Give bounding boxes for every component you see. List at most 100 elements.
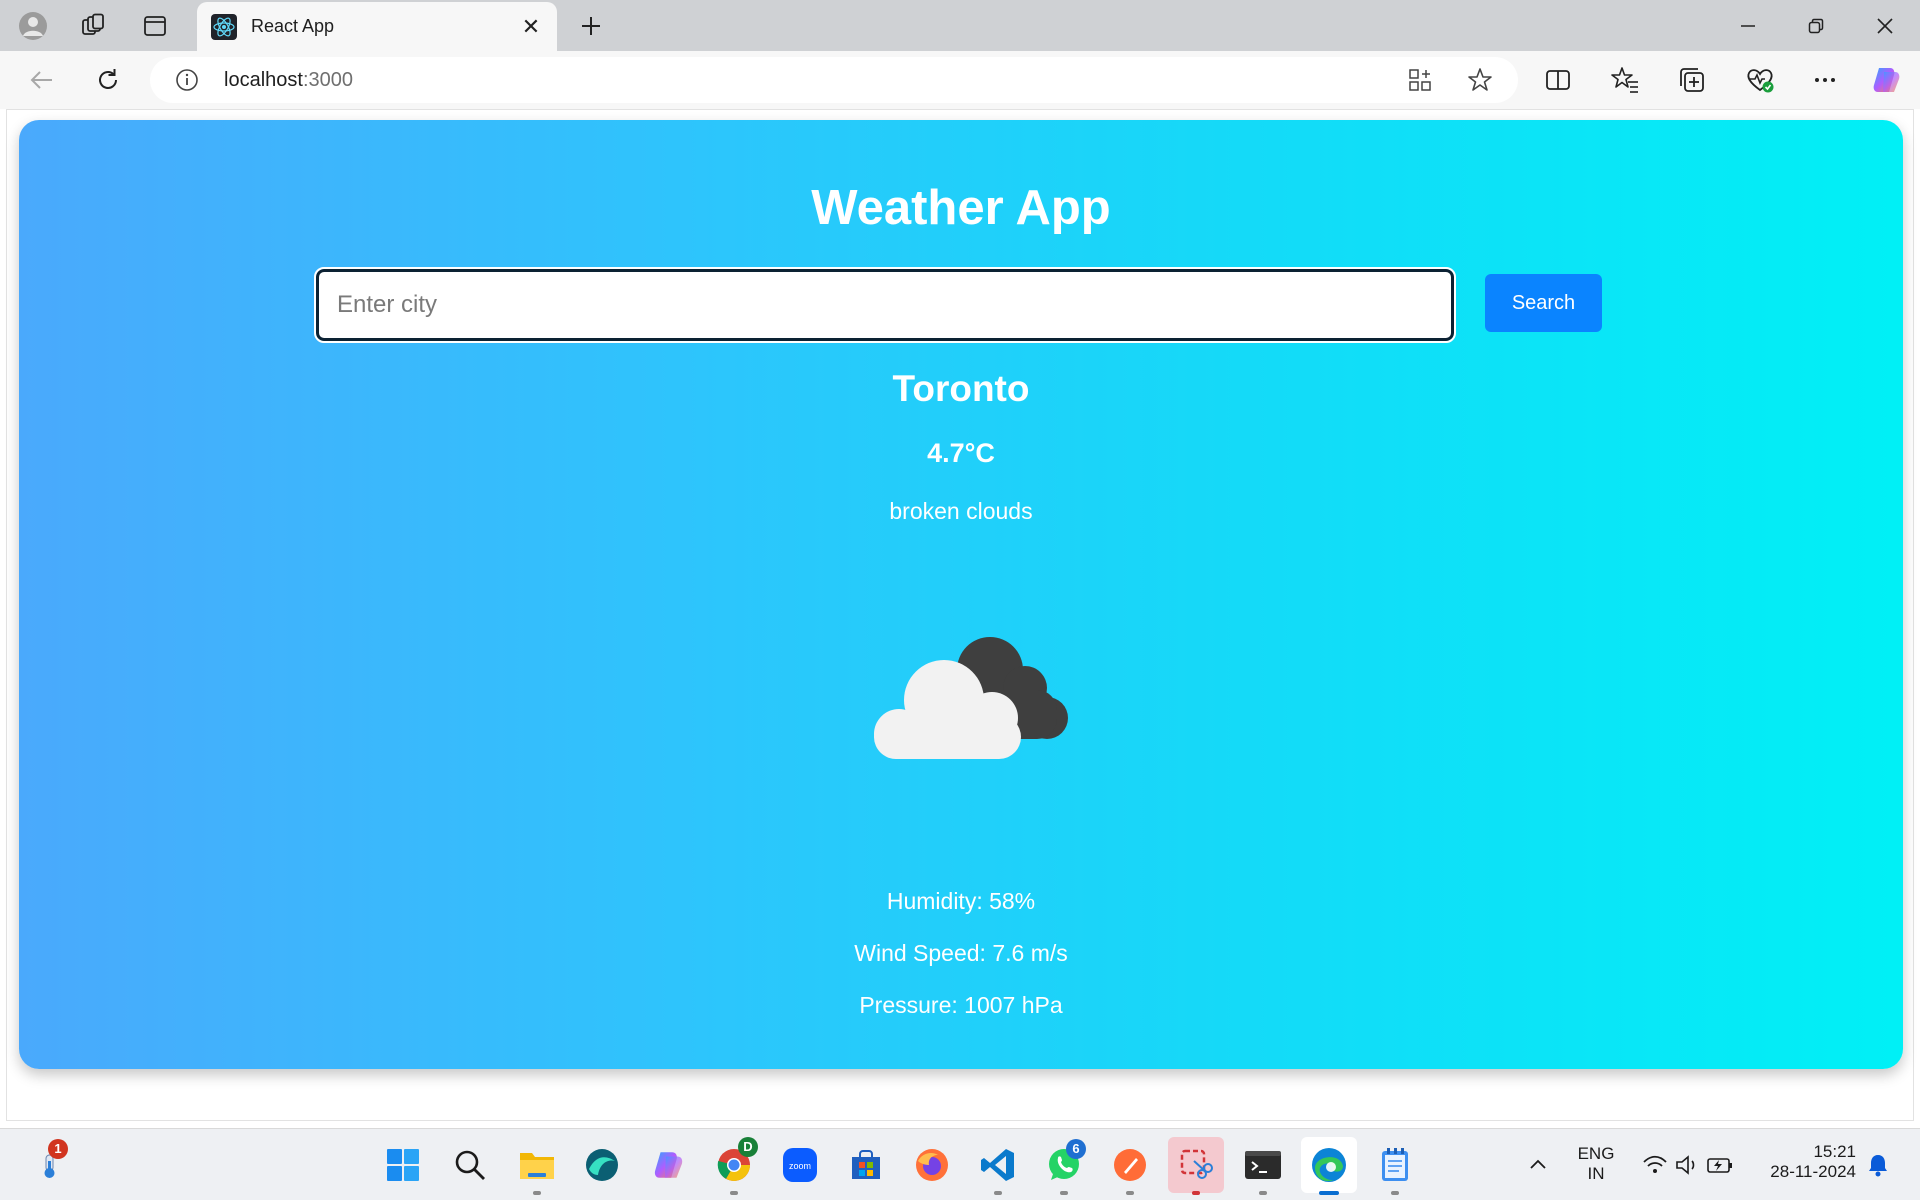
split-screen-button[interactable] <box>1542 64 1574 96</box>
collections-button[interactable] <box>1676 64 1708 96</box>
browser-tab-strip: React App ✕ <box>0 0 1920 51</box>
running-indicator <box>1126 1191 1134 1195</box>
copilot-button[interactable] <box>1870 64 1902 96</box>
windows-taskbar: 1 D zoom 6 ENG IN 15:21 28-11-2024 <box>0 1128 1920 1200</box>
active-indicator <box>1319 1191 1339 1195</box>
microsoft-store-app[interactable] <box>844 1143 888 1187</box>
app-title: Weather App <box>811 181 1111 235</box>
chrome-profile-badge: D <box>738 1137 758 1157</box>
weather-description: broken clouds <box>889 498 1033 524</box>
new-tab-button[interactable] <box>574 9 608 43</box>
restore-button[interactable] <box>1786 8 1846 44</box>
weather-card: Weather App Search Toronto 4.7°C broken … <box>19 120 1903 1069</box>
city-search-input[interactable] <box>314 267 1456 343</box>
whatsapp-app[interactable]: 6 <box>1042 1139 1086 1195</box>
minimize-button[interactable] <box>1718 8 1778 44</box>
url-host: localhost <box>224 69 303 91</box>
browser-essentials-button[interactable] <box>1744 64 1776 96</box>
wind-speed: Wind Speed: 7.6 m/s <box>854 940 1068 966</box>
start-button[interactable] <box>381 1143 425 1187</box>
plus-icon <box>582 17 600 35</box>
close-icon <box>1877 18 1893 34</box>
edge-icon <box>1312 1148 1346 1182</box>
favorites-button[interactable] <box>1609 64 1641 96</box>
search-taskbar-button[interactable] <box>448 1143 492 1187</box>
running-indicator <box>1060 1191 1068 1195</box>
region-code: IN <box>1587 1164 1605 1183</box>
broken-clouds-icon <box>874 637 1068 759</box>
close-window-button[interactable] <box>1855 8 1915 44</box>
bell-icon <box>1869 1155 1887 1177</box>
input-language[interactable]: ENG IN <box>1576 1144 1616 1184</box>
terminal-icon <box>1245 1151 1281 1179</box>
back-arrow-icon <box>30 71 52 89</box>
postman-app[interactable] <box>1108 1143 1152 1195</box>
running-indicator <box>533 1191 541 1195</box>
search-button[interactable]: Search <box>1485 274 1602 332</box>
weather-widget[interactable]: 1 <box>28 1139 72 1187</box>
heart-pulse-icon <box>1747 69 1774 93</box>
zoom-app[interactable]: zoom <box>778 1143 822 1187</box>
vscode-app[interactable] <box>976 1143 1020 1195</box>
favorite-star-icon[interactable] <box>1467 67 1493 93</box>
humidity: Humidity: 58% <box>886 888 1036 914</box>
file-explorer-app[interactable] <box>515 1143 559 1195</box>
minimize-icon <box>1741 25 1755 27</box>
postman-icon <box>1114 1149 1146 1181</box>
app-available-icon[interactable] <box>1407 67 1433 93</box>
refresh-button[interactable] <box>91 63 125 97</box>
running-indicator <box>1391 1191 1399 1195</box>
profile-avatar[interactable] <box>16 9 50 43</box>
svg-text:zoom: zoom <box>789 1161 811 1171</box>
show-hidden-icons-button[interactable] <box>1518 1143 1558 1187</box>
url-text: localhost:3000 <box>224 69 353 92</box>
running-indicator <box>730 1191 738 1195</box>
browser-toolbar: localhost:3000 <box>0 51 1920 109</box>
clock-time: 15:21 <box>1813 1142 1856 1161</box>
settings-more-button[interactable] <box>1809 64 1841 96</box>
back-button[interactable] <box>25 63 59 97</box>
weather-badge: 1 <box>48 1139 68 1159</box>
whatsapp-badge: 6 <box>1066 1139 1086 1159</box>
workspaces-button[interactable] <box>76 9 110 43</box>
temperature: 4.7°C <box>927 438 995 468</box>
volume-icon <box>1676 1155 1695 1175</box>
tab-react-app[interactable]: React App ✕ <box>197 2 557 51</box>
snipping-tool-app[interactable] <box>1168 1137 1224 1195</box>
more-dots-icon <box>1815 78 1835 82</box>
copilot-app[interactable] <box>646 1143 690 1187</box>
tab-close-icon[interactable]: ✕ <box>519 14 543 40</box>
notepad-icon <box>1382 1148 1408 1181</box>
folder-icon <box>520 1153 554 1179</box>
collections-icon <box>1680 68 1704 92</box>
chrome-app[interactable]: D <box>712 1137 758 1195</box>
tab-title: React App <box>251 16 335 36</box>
wifi-icon <box>1643 1155 1667 1173</box>
battery-charging-icon <box>1707 1158 1732 1173</box>
vscode-icon <box>981 1149 1014 1181</box>
notifications-button[interactable] <box>1858 1143 1898 1187</box>
language-code: ENG <box>1577 1144 1615 1163</box>
search-icon <box>455 1150 485 1180</box>
terminal-app[interactable] <box>1241 1143 1285 1195</box>
tab-actions-button[interactable] <box>138 9 172 43</box>
address-bar[interactable]: localhost:3000 <box>150 57 1518 103</box>
tab-actions-icon <box>144 16 166 36</box>
pressure: Pressure: 1007 hPa <box>859 992 1063 1018</box>
city-name: Toronto <box>892 368 1030 409</box>
firefox-app[interactable] <box>910 1143 954 1187</box>
url-port: :3000 <box>302 69 353 91</box>
edge-dev-app[interactable] <box>580 1143 624 1187</box>
edge-app[interactable] <box>1301 1137 1357 1195</box>
page-viewport: Weather App Search Toronto 4.7°C broken … <box>6 109 1914 1121</box>
refresh-icon <box>99 69 117 89</box>
clock-date: 28-11-2024 <box>1770 1162 1856 1181</box>
copilot-icon <box>1873 68 1900 92</box>
notepad-app[interactable] <box>1373 1143 1417 1195</box>
quick-settings-button[interactable] <box>1628 1143 1748 1187</box>
site-info-icon[interactable] <box>175 68 199 92</box>
react-icon <box>211 13 237 40</box>
clock[interactable]: 15:21 28-11-2024 <box>1756 1142 1856 1182</box>
chevron-up-icon <box>1530 1159 1546 1169</box>
zoom-icon: zoom <box>783 1148 817 1182</box>
